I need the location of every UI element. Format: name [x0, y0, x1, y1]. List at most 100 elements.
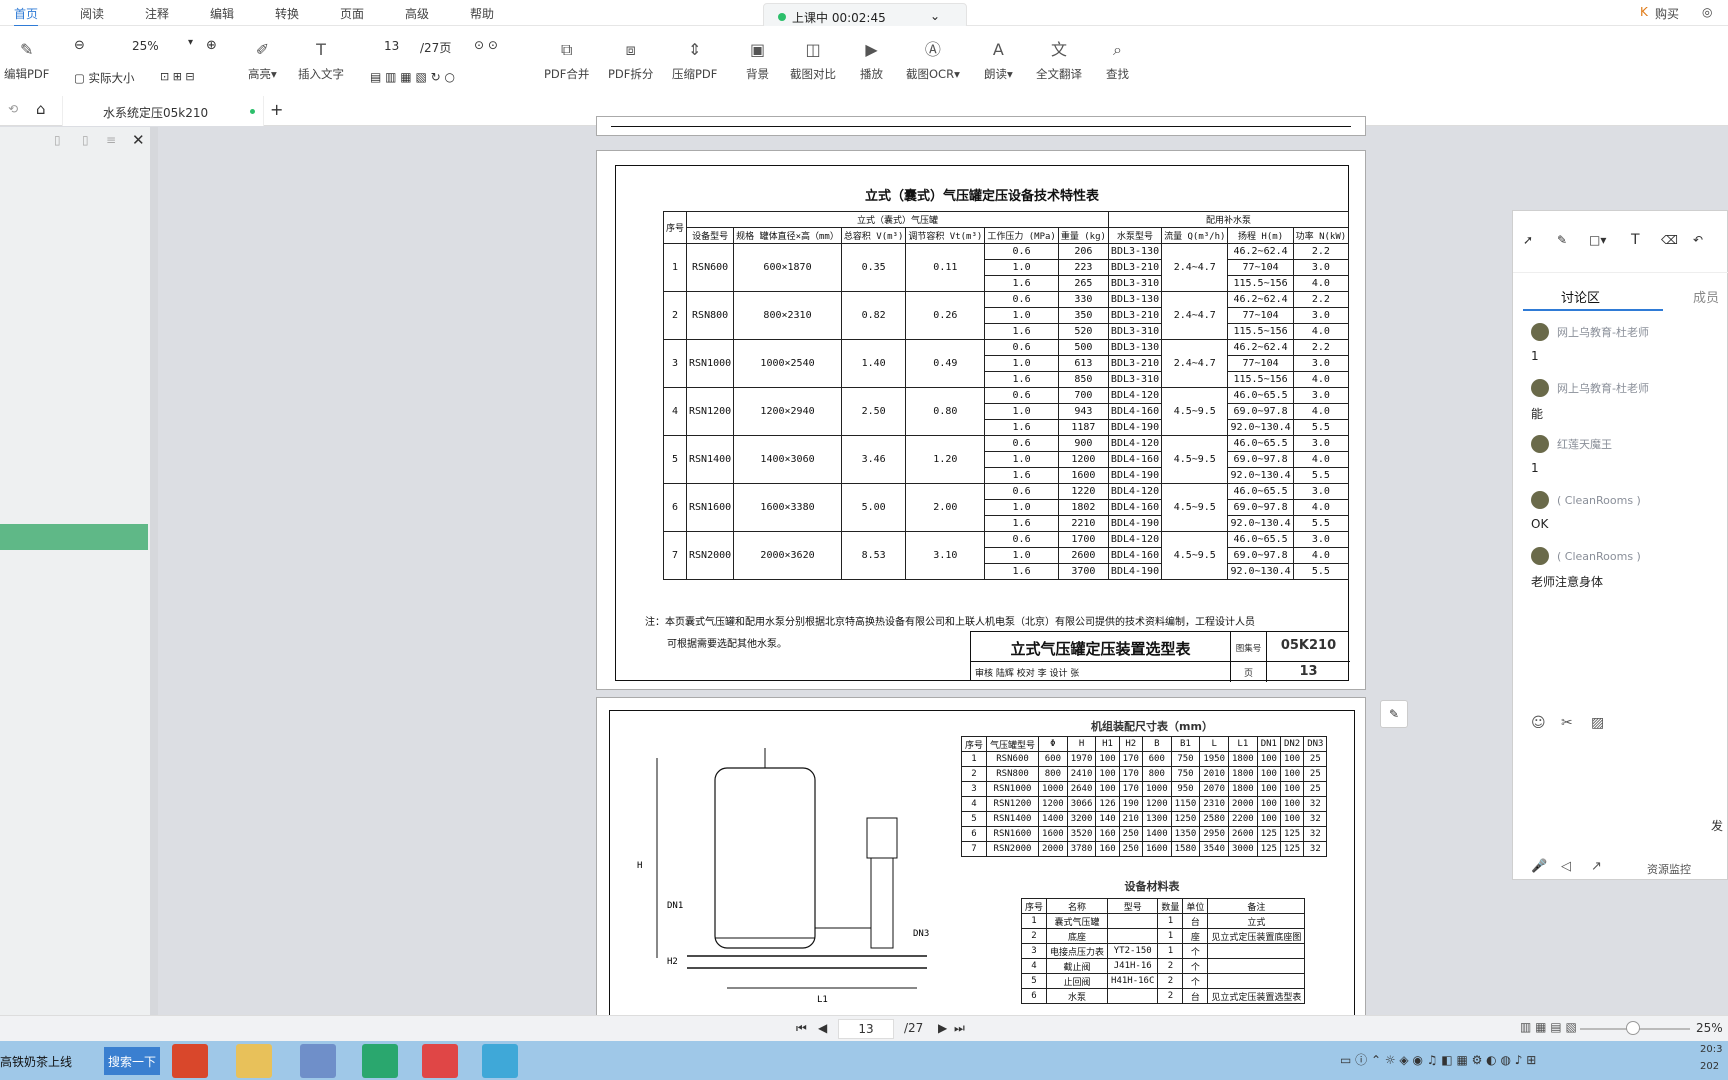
menu-advanced[interactable]: 高级 [405, 5, 429, 22]
zoom-dropdown-icon[interactable]: ▾ [188, 37, 193, 48]
th-volume: 总容积 V(m³) [840, 227, 907, 244]
file-explorer-icon[interactable] [236, 1044, 272, 1078]
tray-icons[interactable]: ▭ ⓘ ⌃ ☼ ◈ ◉ ♫ ◧ ▦ ⚙ ◐ ◍ ♪ ⊞ [1340, 1051, 1536, 1068]
news-ticker[interactable]: 高铁奶茶上线 [0, 1053, 72, 1070]
home-icon[interactable]: ⌂ [36, 100, 46, 118]
menu-help[interactable]: 帮助 [470, 5, 494, 22]
buy-icon[interactable]: K [1640, 5, 1648, 19]
tech-table-cell: 1.0 [984, 451, 1059, 468]
undo-icon[interactable]: ↶ [1693, 233, 1703, 247]
shape-icon[interactable]: □▾ [1589, 233, 1606, 247]
fit-icons[interactable]: ⊡ ⊞ ⊟ [160, 70, 195, 83]
menu-convert[interactable]: 转换 [275, 5, 299, 22]
zoom-slider-handle[interactable] [1626, 1021, 1640, 1035]
wps-app-icon[interactable] [422, 1044, 458, 1078]
menu-page[interactable]: 页面 [340, 5, 364, 22]
speaker-icon[interactable]: ◁ [1561, 859, 1571, 874]
menu-edit[interactable]: 编辑 [210, 5, 234, 22]
refresh-icon[interactable]: ⟲ [8, 102, 18, 116]
pdf-split-button[interactable]: ⧈ PDF拆分 [608, 40, 653, 82]
pointer-icon[interactable]: ➚ [1523, 233, 1533, 247]
tech-table-cell: 69.0~97.8 [1227, 403, 1294, 420]
first-page-icon[interactable]: ⏮ [796, 1021, 807, 1036]
assembly-cell: 950 [1170, 781, 1201, 797]
background-button[interactable]: ▣ 背景 [746, 40, 769, 82]
zoom-value[interactable]: 25% [132, 39, 159, 53]
play-icon: ▶ [865, 40, 878, 59]
scissors-icon[interactable]: ✂ [1561, 715, 1573, 731]
zoom-out-icon[interactable]: ⊖ [74, 38, 85, 53]
clock-date: 202 [1700, 1061, 1720, 1072]
page-input[interactable]: 13 [838, 1019, 894, 1039]
assembly-cell: 3540 [1199, 841, 1229, 857]
assembly-cell: 3000 [1228, 841, 1258, 857]
prev-page-nav-icon[interactable]: ◀ [818, 1021, 827, 1035]
share-icon[interactable]: ↗ [1591, 859, 1602, 874]
tech-table-row: 4 RSN1200 1200×2940 2.50 0.80 0.6 700 BDL4-120 4… [662, 387, 1350, 436]
pdf-compress-button[interactable]: ⇕ 压缩PDF [672, 40, 717, 82]
eraser-icon[interactable]: ⌫ [1661, 233, 1678, 247]
pen-icon[interactable]: ✎ [1557, 233, 1567, 247]
tech-table-cell: 850 [1057, 371, 1109, 388]
send-button[interactable]: 发 [1711, 817, 1723, 834]
close-icon[interactable]: ✕ [132, 131, 145, 149]
mic-icon[interactable]: 🎤 [1531, 859, 1547, 874]
emoji-icon[interactable]: ☺ [1531, 715, 1546, 731]
text-tool-icon[interactable]: T [1631, 232, 1640, 248]
assembly-cell: 100 [1256, 796, 1281, 812]
search-button[interactable]: ⌕ 查找 [1106, 40, 1129, 82]
buy-link[interactable]: 购买 [1655, 5, 1679, 22]
assembly-cell: 1 [960, 751, 988, 767]
assembly-cell: 170 [1118, 751, 1143, 767]
edit-pdf-button[interactable]: ✎ 编辑PDF [4, 40, 49, 82]
bookmark-icon[interactable]: ▯ [54, 133, 61, 147]
play-button[interactable]: ▶ 播放 [860, 40, 883, 82]
bookmark-add-icon[interactable]: ▯ [82, 133, 89, 147]
tech-table-cell: 1.6 [984, 371, 1059, 388]
material-cell: 2 [1157, 973, 1184, 989]
insert-text-button[interactable]: T 插入文字 [298, 40, 344, 82]
chevron-down-icon[interactable]: ⌄ [930, 9, 940, 23]
read-aloud-button[interactable]: A 朗读▾ [984, 40, 1013, 82]
floating-edit-icon[interactable]: ✎ [1380, 700, 1408, 728]
tab-discussion[interactable]: 讨论区 [1561, 287, 1600, 306]
assembly-cell: 100 [1095, 751, 1120, 767]
note-line2: 可根据需要选配其他水泵。 [667, 639, 787, 650]
user-icon[interactable]: ◎ [1702, 5, 1712, 19]
assembly-cell: 100 [1256, 811, 1281, 827]
assembly-cell: 1150 [1170, 796, 1201, 812]
last-page-icon[interactable]: ⏭ [954, 1021, 965, 1036]
menu-read[interactable]: 阅读 [80, 5, 104, 22]
page-number-input[interactable]: 13 [384, 39, 399, 53]
resource-monitor[interactable]: 资源监控 [1647, 861, 1691, 877]
tab-members[interactable]: 成员 [1693, 287, 1719, 306]
screenshot-ocr-button[interactable]: Ⓐ 截图OCR▾ [906, 40, 960, 82]
tech-table-cell: BDL3-130 [1107, 291, 1163, 308]
material-cell: 台 [1182, 988, 1209, 1004]
screenshot-compare-button[interactable]: ◫ 截图对比 [790, 40, 836, 82]
full-translate-button[interactable]: 文全文翻译 [1036, 40, 1082, 82]
th-adj-volume: 调节容积 Vt(m³) [905, 227, 986, 244]
view-mode-icons[interactable]: ▥ ▦ ▤ ▧ [1520, 1020, 1577, 1034]
page-view-icons[interactable]: ▤ ▥ ▦ ▧ ↻ ○ [370, 70, 455, 84]
next-page-icon[interactable]: ▶ [938, 1021, 947, 1035]
list-icon[interactable]: ≡ [106, 133, 116, 147]
acs-app-icon[interactable] [172, 1044, 208, 1078]
actual-size-button[interactable]: ▢ 实际大小 [74, 70, 135, 86]
pdf-merge-button[interactable]: ⧉ PDF合并 [544, 40, 589, 82]
sidebar-selected-item[interactable] [0, 524, 148, 550]
photos-app-icon[interactable] [300, 1044, 336, 1078]
new-tab-icon[interactable]: + [270, 100, 283, 119]
tab-document[interactable]: 水系统定压05k210 [62, 96, 264, 126]
assembly-cell: RSN1400 [986, 811, 1040, 827]
menu-annotate[interactable]: 注释 [145, 5, 169, 22]
menu-home[interactable]: 首页 [14, 5, 39, 27]
image-icon[interactable]: ▨ [1591, 715, 1604, 731]
classroom-app-icon[interactable] [482, 1044, 518, 1078]
tech-table-cell: BDL3-130 [1107, 243, 1163, 260]
prev-page-icon[interactable]: ⊙ ⊙ [474, 38, 498, 52]
search-once-button[interactable]: 搜索一下 [104, 1047, 160, 1075]
zoom-in-icon[interactable]: ⊕ [206, 38, 217, 53]
highlight-button[interactable]: ✐ 高亮▾ [248, 40, 277, 82]
pdf-app-icon[interactable] [362, 1044, 398, 1078]
